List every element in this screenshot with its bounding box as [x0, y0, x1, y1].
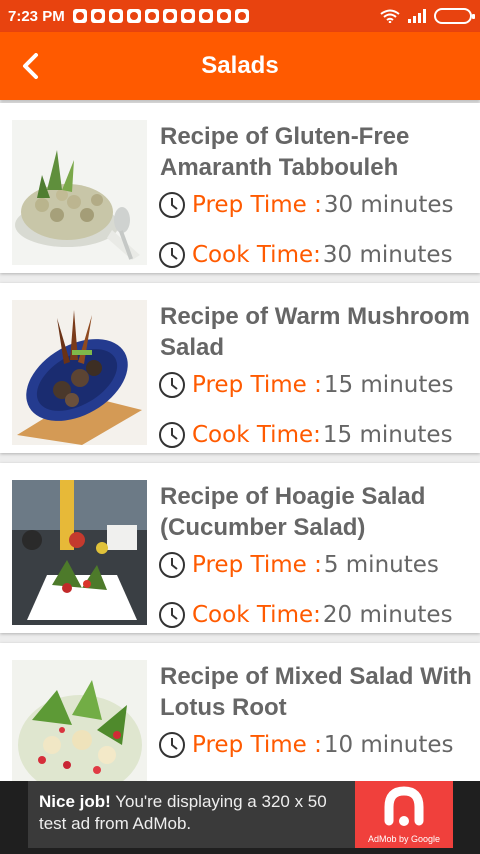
status-time: 7:23 PM	[8, 7, 65, 25]
recipe-card[interactable]: Recipe of Gluten-Free Amaranth Tabbouleh…	[0, 103, 480, 273]
cook-time-value: 30 minutes	[322, 242, 453, 268]
recipe-title: Recipe of Warm Mushroom Salad	[160, 303, 470, 361]
prep-time-value: 5 minutes	[323, 552, 439, 578]
notification-icon	[126, 9, 141, 23]
recipe-title: Recipe of Gluten-Free Amaranth Tabbouleh	[160, 123, 410, 181]
cook-time-row: Cook Time: 30 minutes	[158, 239, 474, 271]
cook-time-label: Cook Time:	[192, 242, 321, 268]
prep-time-label: Prep Time :	[192, 552, 322, 578]
recipe-image	[12, 480, 147, 625]
ad-text: Nice job! You're displaying a 320 x 50 t…	[39, 791, 354, 835]
admob-icon	[384, 786, 424, 826]
recipe-card[interactable]: Recipe of Mixed Salad With Lotus Root Pr…	[0, 643, 480, 781]
prep-time-row: Prep Time : 10 minutes	[158, 729, 474, 761]
clock-icon	[159, 422, 185, 448]
prep-time-row: Prep Time : 5 minutes	[158, 549, 474, 581]
app-bar: Salads	[0, 32, 480, 100]
cook-time-value: 15 minutes	[322, 422, 453, 448]
cook-time-label: Cook Time:	[192, 422, 321, 448]
clock-icon	[159, 552, 185, 578]
status-indicators	[380, 8, 475, 24]
prep-time-value: 30 minutes	[323, 192, 454, 218]
prep-time-value: 10 minutes	[323, 732, 454, 758]
recipe-image	[12, 300, 147, 445]
recipe-title: Recipe of Mixed Salad With Lotus Root	[160, 663, 472, 721]
notification-icon	[198, 9, 213, 23]
clock-icon	[159, 372, 185, 398]
recipe-title: Recipe of Hoagie Salad (Cucumber Salad)	[160, 483, 426, 541]
cook-time-value: 20 minutes	[322, 602, 453, 628]
status-bar: 7:23 PM	[0, 0, 480, 32]
recipe-list[interactable]: Recipe of Gluten-Free Amaranth Tabbouleh…	[0, 100, 480, 781]
notification-icon	[216, 9, 231, 23]
notification-icon	[72, 9, 87, 23]
notification-icon	[162, 9, 177, 23]
notification-icon	[90, 9, 105, 23]
admob-logo: AdMob by Google	[355, 781, 453, 848]
back-arrow-icon	[23, 53, 38, 79]
ad-banner[interactable]: Nice job! You're displaying a 320 x 50 t…	[0, 781, 480, 854]
prep-time-label: Prep Time :	[192, 732, 322, 758]
recipe-card[interactable]: Recipe of Warm Mushroom Salad Prep Time …	[0, 283, 480, 453]
cook-time-row: Cook Time: 15 minutes	[158, 419, 474, 451]
clock-icon	[159, 602, 185, 628]
prep-time-label: Prep Time :	[192, 372, 322, 398]
clock-icon	[159, 242, 185, 268]
prep-time-label: Prep Time :	[192, 192, 322, 218]
recipe-image	[12, 660, 147, 781]
cook-time-label: Cook Time:	[192, 602, 321, 628]
signal-icon	[408, 9, 426, 23]
prep-time-value: 15 minutes	[323, 372, 454, 398]
back-button[interactable]	[10, 44, 50, 88]
clock-icon	[159, 732, 185, 758]
notification-icon	[108, 9, 123, 23]
notification-icon	[144, 9, 159, 23]
cook-time-row: Cook Time: 20 minutes	[158, 599, 474, 631]
notification-icons	[72, 9, 249, 23]
recipe-image	[12, 120, 147, 265]
ad-headline: Nice job!	[39, 792, 111, 811]
page-title: Salads	[201, 52, 279, 79]
wifi-icon	[380, 9, 400, 23]
prep-time-row: Prep Time : 15 minutes	[158, 369, 474, 401]
prep-time-row: Prep Time : 30 minutes	[158, 189, 474, 221]
test-ad[interactable]: Nice job! You're displaying a 320 x 50 t…	[28, 781, 453, 848]
admob-caption: AdMob by Google	[367, 834, 441, 844]
notification-icon	[234, 9, 249, 23]
battery-icon	[434, 8, 475, 24]
recipe-card[interactable]: Recipe of Hoagie Salad (Cucumber Salad) …	[0, 463, 480, 633]
clock-icon	[159, 192, 185, 218]
mail-icon	[180, 9, 195, 23]
